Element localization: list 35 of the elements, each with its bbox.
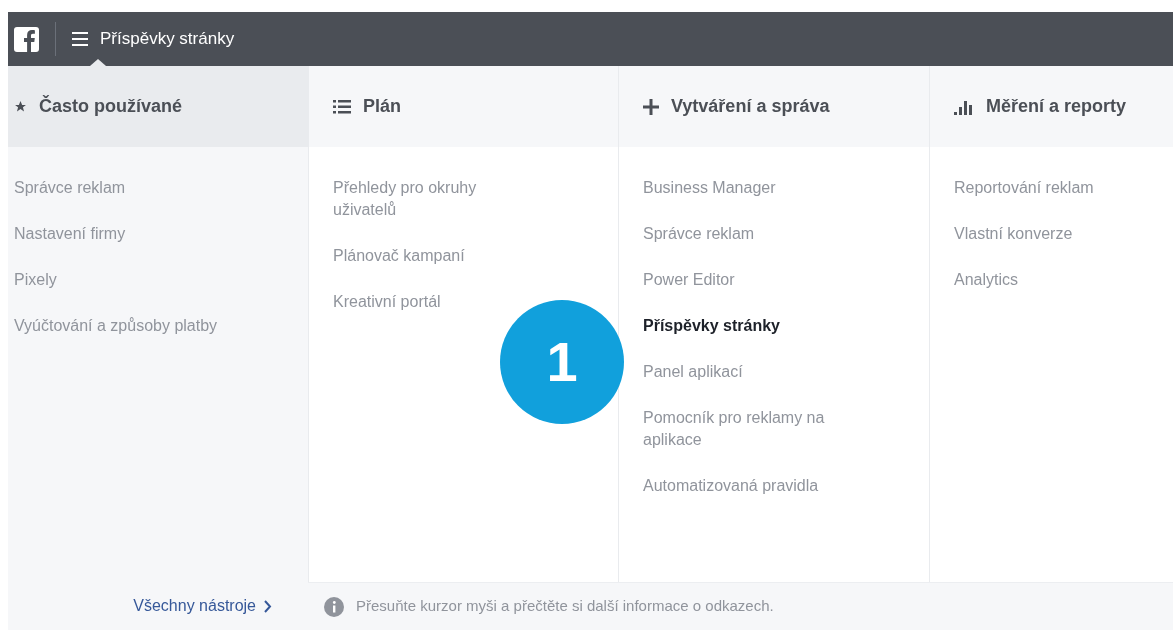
column-title: Měření a reporty (986, 95, 1127, 118)
bar-chart-icon (954, 98, 974, 115)
menu-link[interactable]: Pixely (14, 269, 57, 291)
menu-link[interactable]: Pomocník pro reklamy na aplikace (643, 407, 883, 451)
menu-link[interactable]: Kreativní portál (333, 291, 441, 313)
page-title: Příspěvky stránky (100, 28, 235, 51)
column-header[interactable]: Vytváření a správa (619, 66, 929, 147)
column-header[interactable]: Měření a reporty (930, 66, 1173, 147)
list-icon (333, 99, 351, 114)
menu-icon[interactable] (72, 32, 88, 46)
menu-link[interactable]: Automatizovaná pravidla (643, 475, 819, 497)
menu-link[interactable]: Přehledy pro okruhy uživatelů (333, 177, 533, 221)
menu-link[interactable]: Nastavení firmy (14, 223, 126, 245)
menu-link[interactable]: Reportování reklam (954, 177, 1094, 199)
menu-link[interactable]: Power Editor (643, 269, 735, 291)
info-icon (324, 596, 344, 617)
column-title: Vytváření a správa (671, 95, 830, 118)
column-title: Často používané (39, 94, 183, 118)
menu-link[interactable]: Správce reklam (643, 223, 755, 245)
plus-icon (643, 98, 659, 115)
chevron-right-icon (264, 599, 272, 613)
hint-text: Přesuňte kurzor myši a přečtěte si další informace o odkazech. (356, 596, 774, 617)
menu-link[interactable]: Plánovač kampaní (333, 245, 465, 267)
star-icon (14, 100, 27, 113)
menu-link[interactable]: Příspěvky stránky (643, 315, 780, 337)
menu-link[interactable]: Vyúčtování a způsoby platby (14, 315, 218, 337)
menu-link[interactable]: Panel aplikací (643, 361, 743, 383)
column-header[interactable]: Plán (309, 66, 618, 147)
column-header[interactable]: Často používané (8, 66, 308, 147)
menu-link[interactable]: Analytics (954, 269, 1019, 291)
column-title: Plán (363, 95, 401, 118)
menu-link[interactable]: Vlastní konverze (954, 223, 1073, 245)
menu-link[interactable]: Business Manager (643, 177, 776, 199)
facebook-logo-icon (14, 26, 39, 52)
menu-link[interactable]: Správce reklam (14, 177, 126, 199)
